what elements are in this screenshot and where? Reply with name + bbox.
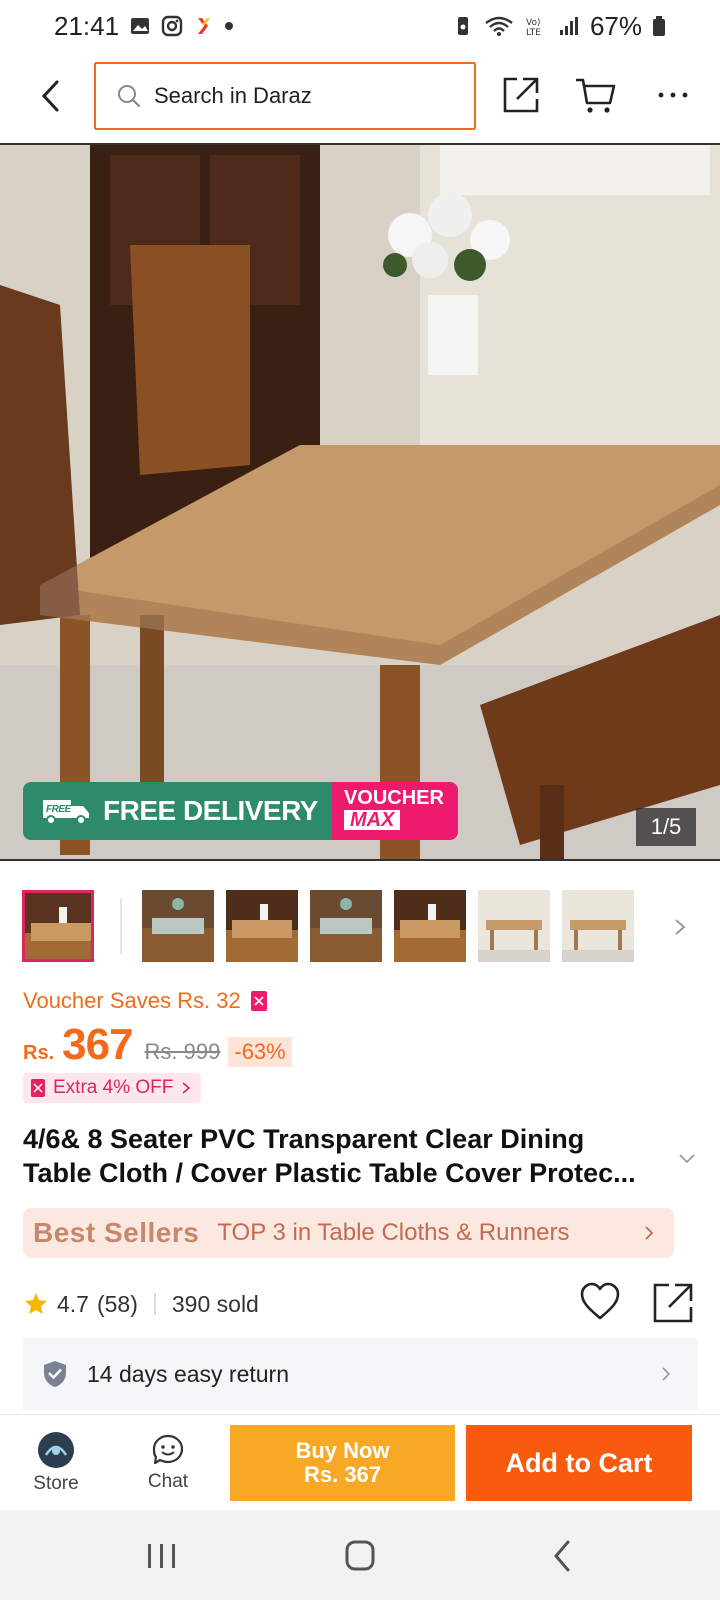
- battery-icon: [653, 16, 665, 36]
- sold-count: 390 sold: [171, 1290, 259, 1317]
- battery-percent: 67%: [589, 10, 642, 41]
- price-row: Rs. 367 Rs. 999 -63%: [23, 1020, 292, 1070]
- buy-now-label: Buy Now: [295, 1438, 390, 1463]
- wishlist-button[interactable]: [578, 1280, 622, 1324]
- system-back-icon[interactable]: [544, 1538, 584, 1574]
- add-to-cart-button[interactable]: Add to Cart: [466, 1425, 692, 1501]
- signal-icon: [559, 17, 578, 35]
- chevron-down-icon[interactable]: [676, 1148, 698, 1168]
- share-icon: [653, 1283, 693, 1323]
- gallery-notification-icon: [131, 18, 150, 34]
- free-delivery-label: FREE DELIVERY: [103, 795, 318, 826]
- voucher-saves: Voucher Saves Rs. 32: [23, 988, 267, 1014]
- best-sellers-banner[interactable]: Best Sellers TOP 3 in Table Cloths & Run…: [23, 1208, 674, 1258]
- svg-text:Vo): Vo): [526, 18, 540, 28]
- product-title-line-2: Table Cloth / Cover Plastic Table Cover …: [23, 1158, 636, 1188]
- voucher-max-label: MAX: [343, 810, 401, 830]
- free-tag: FREE: [46, 804, 72, 815]
- original-price: Rs. 999: [144, 1039, 221, 1064]
- cart-icon: [576, 78, 616, 113]
- status-bar: 21:41 Vo) LTE 67%: [0, 0, 720, 52]
- chevron-right-icon: [645, 1226, 654, 1240]
- chevron-right-icon: [662, 1367, 671, 1381]
- store-button[interactable]: Store: [16, 1415, 96, 1511]
- thumbnail-divider: [120, 898, 122, 954]
- share-icon: [503, 77, 539, 113]
- chat-button[interactable]: Chat: [128, 1415, 208, 1511]
- more-dots-icon: [658, 92, 688, 98]
- product-title-line-1: 4/6& 8 Seater PVC Transparent Clear Dini…: [23, 1124, 585, 1154]
- delivery-truck-icon: FREE: [43, 800, 89, 825]
- rating-divider: [153, 1293, 156, 1315]
- product-image-carousel[interactable]: [0, 143, 720, 861]
- thumbnail-3[interactable]: [226, 890, 298, 962]
- voucher-tag-icon: [31, 1079, 45, 1097]
- svg-text:LTE: LTE: [526, 28, 541, 37]
- product-photo: [0, 145, 720, 859]
- free-delivery-badge: FREE FREE DELIVERY: [23, 782, 332, 840]
- search-icon: [118, 85, 141, 108]
- image-counter: 1/5: [636, 808, 696, 846]
- discount-badge: -63%: [228, 1037, 292, 1067]
- voucher-saves-text: Voucher Saves Rs. 32: [23, 988, 241, 1013]
- search-input[interactable]: Search in Daraz: [94, 62, 476, 130]
- best-sellers-rank: TOP 3 in Table Cloths & Runners: [217, 1219, 570, 1246]
- battery-saver-icon: [457, 17, 468, 35]
- rating-row[interactable]: 4.7 (58) 390 sold: [23, 1284, 259, 1324]
- voucher-icon: [250, 991, 267, 1011]
- buy-now-button[interactable]: Buy Now Rs. 367: [230, 1425, 455, 1501]
- share-button[interactable]: [496, 70, 546, 120]
- extra-off-label: Extra 4% OFF: [53, 1077, 174, 1098]
- thumbnail-4[interactable]: [310, 890, 382, 962]
- easy-return-text: 14 days easy return: [87, 1360, 290, 1387]
- cart-button[interactable]: [570, 70, 620, 120]
- top-navigation: Search in Daraz: [0, 60, 720, 132]
- chat-icon: [152, 1434, 184, 1465]
- search-placeholder: Search in Daraz: [154, 83, 312, 108]
- thumbnails-next-icon[interactable]: [668, 912, 692, 942]
- price-currency: Rs.: [23, 1042, 55, 1064]
- best-sellers-logo: Best Sellers: [33, 1217, 200, 1248]
- chat-label: Chat: [147, 1471, 189, 1492]
- extra-off-voucher[interactable]: Extra 4% OFF: [23, 1073, 202, 1103]
- buy-now-price: Rs. 367: [303, 1462, 382, 1487]
- back-arrow-icon: [41, 80, 59, 112]
- product-title: 4/6& 8 Seater PVC Transparent Clear Dini…: [23, 1122, 673, 1190]
- volte-icon: Vo)LTE: [526, 18, 541, 37]
- shield-check-icon: [44, 1361, 66, 1387]
- free-delivery-voucher-badge: FREE FREE DELIVERY VOUCHER MAX: [23, 782, 458, 840]
- home-icon[interactable]: [340, 1538, 380, 1574]
- instagram-notification-icon: [161, 15, 183, 37]
- product-page: 21:41 Vo) LTE 67% Search in Daraz FREE F…: [0, 0, 720, 1600]
- easy-return-row[interactable]: 14 days easy return: [23, 1338, 698, 1410]
- store-label: Store: [33, 1473, 79, 1494]
- review-count: (58): [96, 1290, 138, 1317]
- thumbnail-strip: [22, 890, 702, 964]
- current-price: 367: [62, 1020, 133, 1069]
- heart-icon: [580, 1282, 620, 1320]
- chevron-right-icon: [182, 1082, 191, 1094]
- status-time: 21:41: [54, 10, 120, 41]
- thumbnail-6[interactable]: [478, 890, 550, 962]
- recent-apps-icon[interactable]: [142, 1538, 182, 1574]
- system-navigation-bar: [0, 1510, 720, 1600]
- share-product-button[interactable]: [651, 1281, 695, 1325]
- star-icon: [25, 1293, 47, 1314]
- thumbnail-2[interactable]: [142, 890, 214, 962]
- more-options-button[interactable]: [648, 70, 698, 120]
- voucher-label: VOUCHER: [343, 787, 444, 809]
- back-button[interactable]: [30, 72, 70, 120]
- more-notifications-dot: [225, 22, 234, 30]
- thumbnail-7[interactable]: [562, 890, 634, 962]
- add-to-cart-label: Add to Cart: [505, 1447, 653, 1478]
- store-logo-icon: [38, 1432, 74, 1468]
- app-notification-icon: [198, 18, 211, 34]
- wifi-icon: [485, 16, 513, 36]
- thumbnail-5[interactable]: [394, 890, 466, 962]
- rating-value: 4.7: [57, 1290, 89, 1317]
- thumbnail-1[interactable]: [22, 890, 94, 962]
- bottom-action-bar: Store Chat Buy Now Rs. 367 Add to Cart: [0, 1414, 720, 1510]
- voucher-max-badge: VOUCHER MAX: [331, 782, 458, 840]
